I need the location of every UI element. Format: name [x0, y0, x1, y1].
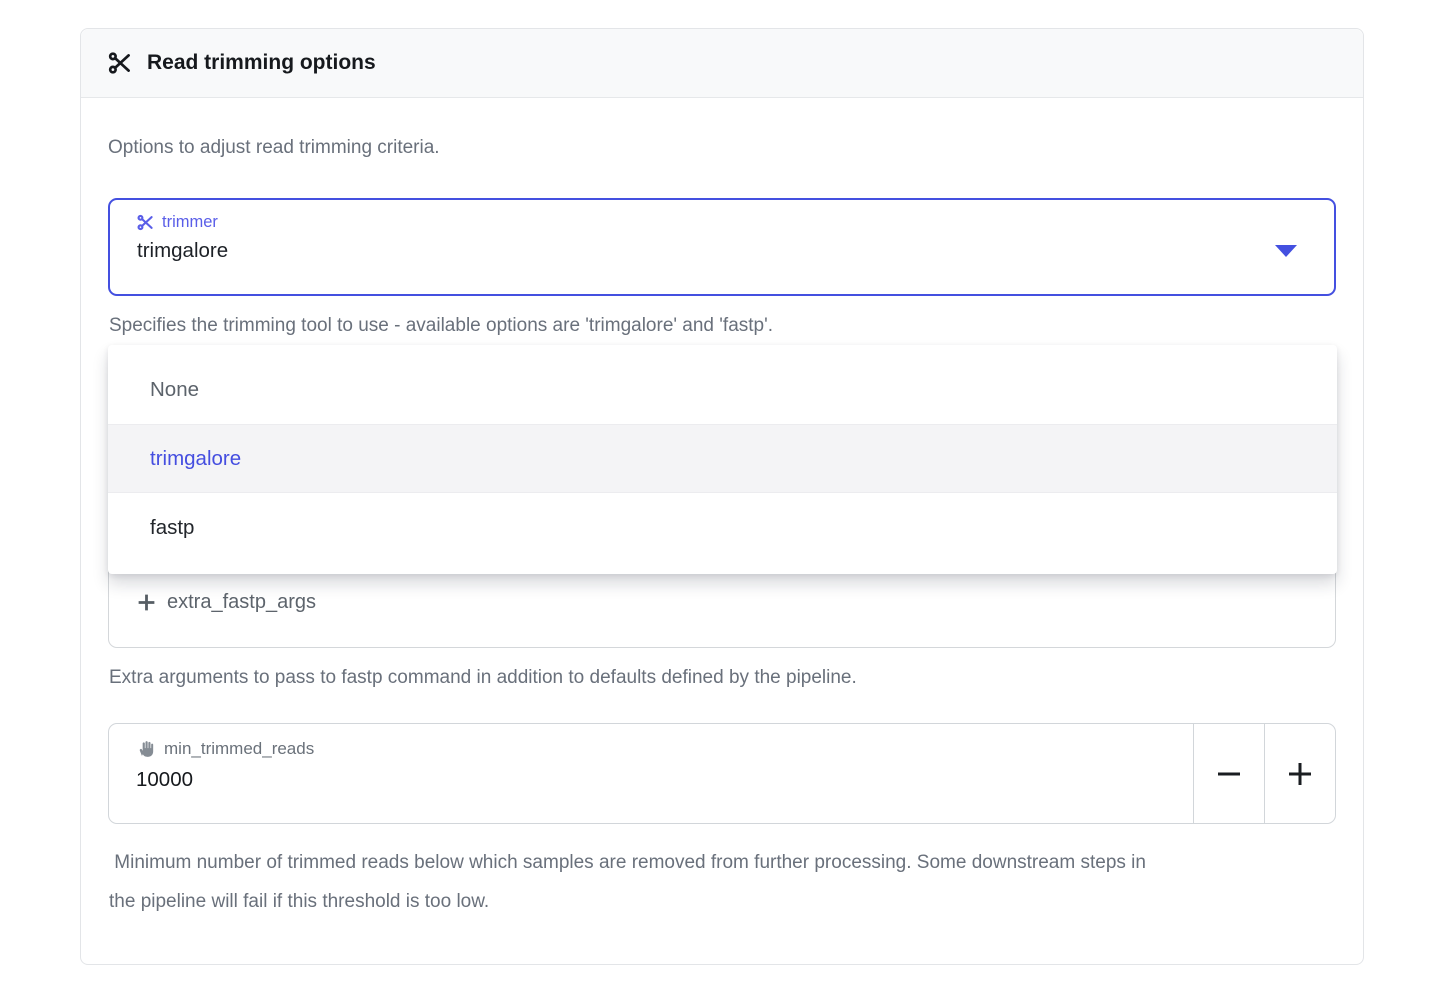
read-trimming-page: Read trimming options Options to adjust …	[0, 0, 1444, 990]
plus-icon	[136, 592, 157, 613]
extra-fastp-args-help-text: Extra arguments to pass to fastp command…	[109, 667, 857, 689]
dropdown-option-none[interactable]: None	[108, 355, 1337, 424]
minus-icon	[1215, 760, 1243, 788]
increment-button[interactable]	[1264, 724, 1335, 823]
scissors-icon	[137, 214, 154, 231]
plus-icon	[1286, 760, 1314, 788]
min-trimmed-reads-label-row: min_trimmed_reads	[136, 739, 1193, 759]
min-trimmed-reads-label: min_trimmed_reads	[164, 739, 314, 759]
read-trimming-card: Read trimming options Options to adjust …	[80, 28, 1364, 965]
dropdown-option-fastp[interactable]: fastp	[108, 493, 1337, 562]
trimmer-label-row: trimmer	[137, 213, 1334, 232]
min-trimmed-reads-input[interactable]: min_trimmed_reads 10000	[109, 724, 1193, 823]
card-header: Read trimming options	[81, 29, 1363, 98]
trimmer-select[interactable]: trimmer trimgalore	[108, 198, 1336, 296]
page-title: Read trimming options	[147, 51, 376, 75]
trimmer-field-label: trimmer	[162, 213, 218, 232]
section-description: Options to adjust read trimming criteria…	[108, 137, 440, 159]
min-trimmed-reads-stepper: min_trimmed_reads 10000	[108, 723, 1336, 824]
scissors-icon	[108, 51, 132, 75]
trimmer-field-value: trimgalore	[137, 239, 1334, 263]
min-trimmed-reads-value: 10000	[136, 768, 1193, 792]
extra-fastp-args-label: extra_fastp_args	[167, 591, 316, 614]
dropdown-option-trimgalore[interactable]: trimgalore	[108, 424, 1337, 493]
caret-down-icon	[1275, 245, 1297, 257]
decrement-button[interactable]	[1193, 724, 1264, 823]
hand-icon	[136, 739, 156, 759]
min-trimmed-reads-help-text: Minimum number of trimmed reads below wh…	[109, 843, 1149, 921]
trimmer-dropdown-menu: None trimgalore fastp	[108, 345, 1337, 574]
trimmer-help-text: Specifies the trimming tool to use - ava…	[109, 315, 773, 337]
